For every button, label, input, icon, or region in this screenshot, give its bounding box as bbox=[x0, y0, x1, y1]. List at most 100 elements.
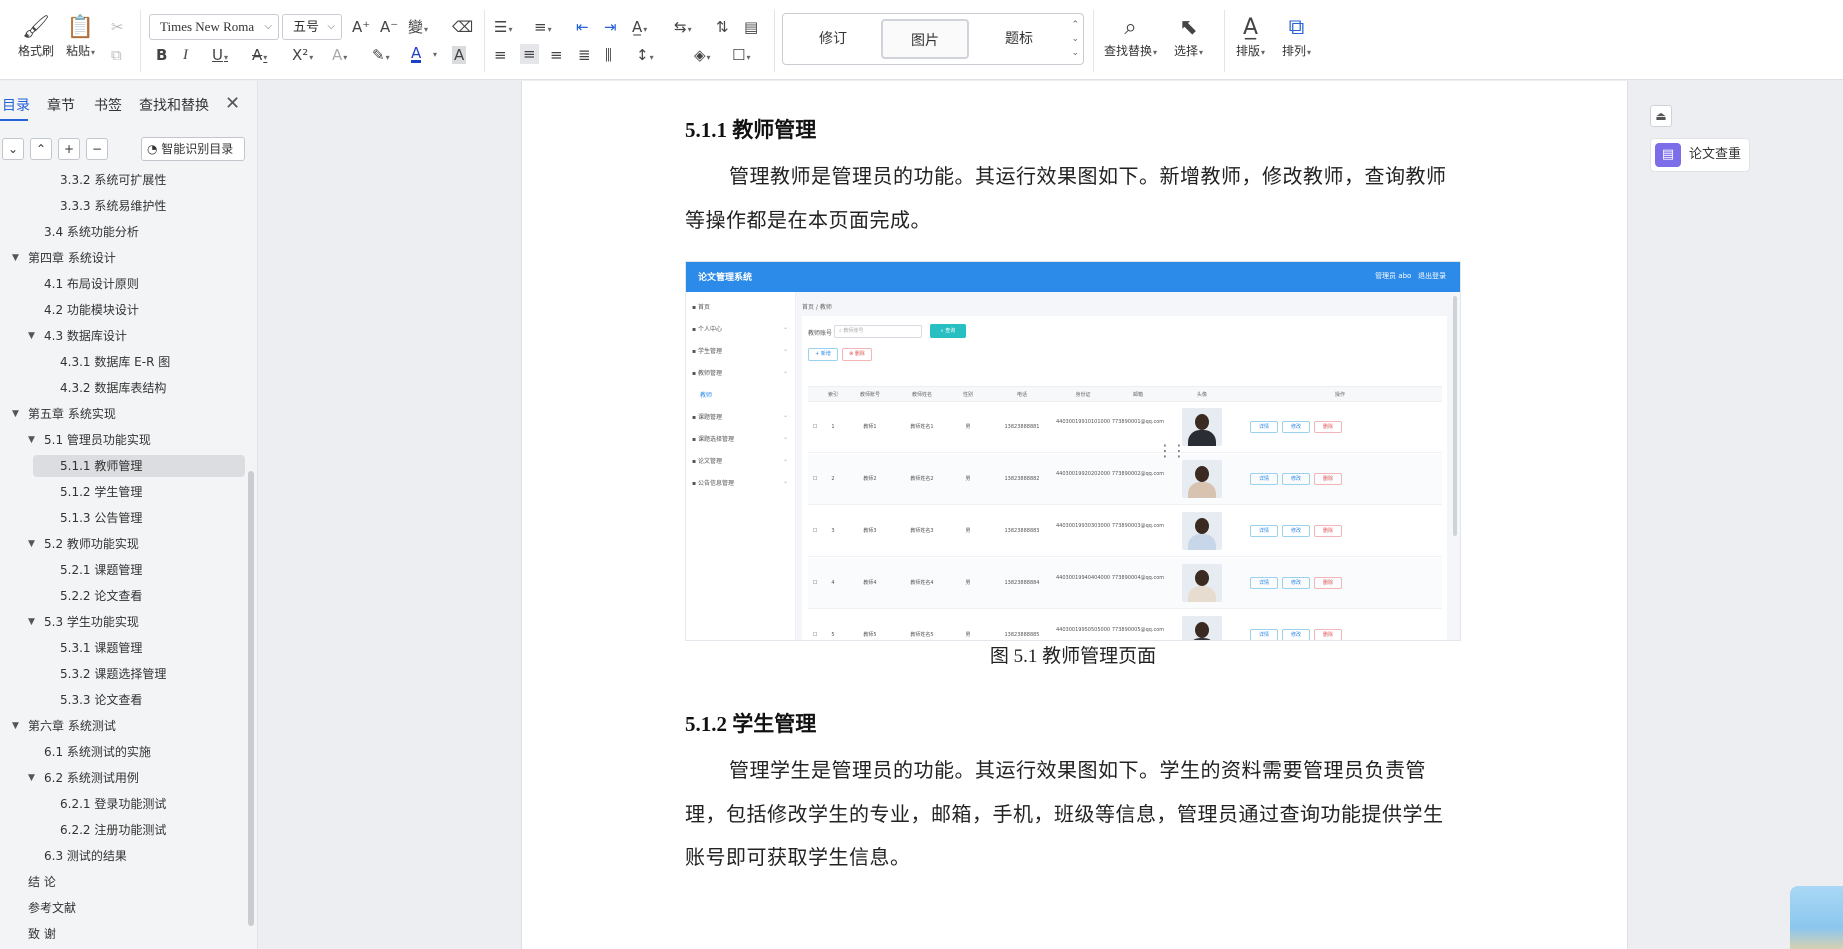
style-scroll[interactable]: ⌃ ⌄ ⌄ bbox=[1071, 18, 1079, 60]
expand-toggle-icon[interactable]: ▼ bbox=[12, 403, 19, 425]
justify-icon[interactable]: ≣ bbox=[578, 46, 591, 64]
toc-item[interactable]: 5.1.1 教师管理 bbox=[33, 455, 245, 477]
toc-item[interactable]: 4.2 功能模块设计 bbox=[44, 299, 139, 321]
tab-find-replace[interactable]: 查找和替换 bbox=[139, 95, 209, 115]
expand-toggle-icon[interactable]: ▼ bbox=[12, 247, 19, 269]
drag-handle-icon[interactable]: ⋮⋮ bbox=[1157, 441, 1187, 460]
font-name-combo[interactable]: Times New Roma ⌵ bbox=[149, 14, 279, 40]
paragraph-teacher[interactable]: 管理教师是管理员的功能。其运行效果图如下。新增教师，修改教师，查询教师等操作都是… bbox=[685, 156, 1461, 243]
clear-format-icon[interactable]: ⌫ bbox=[452, 18, 473, 36]
phonetic-icon[interactable]: 變▾ bbox=[408, 18, 428, 39]
toc-item[interactable]: 第四章 系统设计 bbox=[28, 247, 116, 269]
char-shading-icon[interactable]: A bbox=[452, 46, 467, 64]
toc-item[interactable]: 第五章 系统实现 bbox=[28, 403, 116, 425]
add-heading-button[interactable]: + bbox=[58, 138, 80, 160]
close-icon[interactable]: ✕ bbox=[225, 93, 240, 114]
style-picture[interactable]: 图片 bbox=[881, 19, 969, 59]
arrange-button[interactable]: ⧉ 排列▾ bbox=[1282, 14, 1311, 59]
expand-toggle-icon[interactable]: ▼ bbox=[28, 533, 35, 555]
expand-toggle-icon[interactable]: ▼ bbox=[28, 325, 35, 347]
bullet-list-icon[interactable]: ☰▾ bbox=[494, 18, 512, 39]
superscript-icon[interactable]: X²▾ bbox=[292, 46, 313, 67]
plagiarism-check-button[interactable]: ▤ 论文查重 bbox=[1650, 138, 1750, 172]
toc-item[interactable]: 4.3 数据库设计 bbox=[44, 325, 127, 347]
toc-item[interactable]: 6.2.1 登录功能测试 bbox=[60, 793, 166, 815]
toc-item[interactable]: 6.1 系统测试的实施 bbox=[44, 741, 151, 763]
sort-icon[interactable]: ⇅ bbox=[716, 18, 729, 36]
expand-toggle-icon[interactable]: ▼ bbox=[28, 611, 35, 633]
toc-item[interactable]: 5.3.3 论文查看 bbox=[60, 689, 142, 711]
toc-item[interactable]: 6.2.2 注册功能测试 bbox=[60, 819, 166, 841]
toc-item[interactable]: 4.3.1 数据库 E-R 图 bbox=[60, 351, 170, 373]
expand-toggle-icon[interactable]: ▼ bbox=[28, 429, 35, 451]
align-center-icon[interactable]: ≡ bbox=[520, 44, 539, 64]
toc-item[interactable]: 3.4 系统功能分析 bbox=[44, 221, 139, 243]
figure-teacher-management[interactable]: 论文管理系统 管理员 abo 退出登录 ▪ 首页 ▪ 个人中心 ⌄ ▪ 学生管理 ⌄ ▪ … bbox=[685, 261, 1461, 641]
border-icon[interactable]: ☐▾ bbox=[732, 46, 750, 67]
expand-up-button[interactable]: ⌃ bbox=[30, 138, 52, 160]
show-marks-icon[interactable]: ▤ bbox=[744, 18, 758, 36]
tab-sections[interactable]: 章节 bbox=[47, 95, 75, 115]
toc-item[interactable]: 第六章 系统测试 bbox=[28, 715, 116, 737]
toc-item[interactable]: 5.1 管理员功能实现 bbox=[44, 429, 151, 451]
smart-toc-button[interactable]: ◔ 智能识别目录 bbox=[141, 137, 245, 161]
style-caption[interactable]: 题标 bbox=[975, 19, 1063, 59]
toc-item[interactable]: 5.2 教师功能实现 bbox=[44, 533, 139, 555]
heading-teacher-management[interactable]: 5.1.1 教师管理 bbox=[685, 114, 816, 144]
remove-heading-button[interactable]: − bbox=[86, 138, 108, 160]
grow-font-icon[interactable]: A⁺ bbox=[352, 18, 370, 36]
tab-toc[interactable]: 目录 bbox=[2, 95, 30, 115]
expand-toggle-icon[interactable]: ▼ bbox=[12, 715, 19, 737]
toc-item[interactable]: 4.1 布局设计原则 bbox=[44, 273, 139, 295]
figure-caption[interactable]: 图 5.1 教师管理页面 bbox=[685, 641, 1461, 668]
toc-item[interactable]: 5.1.2 学生管理 bbox=[60, 481, 142, 503]
align-right-icon[interactable]: ≡ bbox=[550, 46, 563, 64]
toc-scrollbar[interactable] bbox=[248, 471, 254, 926]
underline-icon[interactable]: U▾ bbox=[212, 46, 228, 67]
toc-item[interactable]: 参考文献 bbox=[28, 897, 76, 919]
font-size-combo[interactable]: 五号 ⌵ bbox=[282, 14, 342, 40]
floating-widget[interactable] bbox=[1790, 886, 1843, 949]
shrink-font-icon[interactable]: A⁻ bbox=[380, 18, 398, 36]
collapse-panel-button[interactable]: ⏏ bbox=[1650, 105, 1672, 127]
toc-item[interactable]: 结 论 bbox=[28, 871, 56, 893]
find-replace-button[interactable]: ⌕ 查找替换▾ bbox=[1104, 14, 1157, 59]
highlight-icon[interactable]: ✎▾ bbox=[372, 46, 390, 67]
heading-student-management[interactable]: 5.1.2 学生管理 bbox=[685, 708, 816, 738]
toc-item[interactable]: 5.2.2 论文查看 bbox=[60, 585, 142, 607]
text-effect-icon[interactable]: A▾ bbox=[332, 46, 347, 67]
shading-icon[interactable]: ◈▾ bbox=[694, 46, 711, 67]
font-color-icon[interactable]: A bbox=[411, 46, 422, 63]
numbered-list-icon[interactable]: ≡▾ bbox=[534, 18, 552, 39]
toc-item[interactable]: 5.3.2 课题选择管理 bbox=[60, 663, 166, 685]
toc-item[interactable]: 5.3.1 课题管理 bbox=[60, 637, 142, 659]
paste-button[interactable]: 📋 粘贴▾ bbox=[66, 14, 95, 59]
toc-item[interactable]: 3.3.2 系统可扩展性 bbox=[60, 169, 166, 191]
copy-icon[interactable]: ⧉ bbox=[111, 46, 122, 64]
line-spacing-icon[interactable]: ↕▾ bbox=[636, 46, 654, 67]
bold-icon[interactable]: B bbox=[156, 46, 167, 64]
decrease-indent-icon[interactable]: ⇤ bbox=[576, 18, 589, 36]
toc-item[interactable]: 5.2.1 课题管理 bbox=[60, 559, 142, 581]
toc-item[interactable]: 3.3.3 系统易维护性 bbox=[60, 195, 166, 217]
expand-toggle-icon[interactable]: ▼ bbox=[28, 767, 35, 789]
tab-bookmarks[interactable]: 书签 bbox=[94, 95, 122, 115]
toc-item[interactable]: 6.2 系统测试用例 bbox=[44, 767, 139, 789]
paragraph-student[interactable]: 管理学生是管理员的功能。其运行效果图如下。学生的资料需要管理员负责管理，包括修改… bbox=[685, 750, 1461, 881]
italic-icon[interactable]: I bbox=[183, 46, 188, 64]
format-painter-button[interactable]: 🖌 格式刷 bbox=[18, 14, 54, 59]
select-button[interactable]: ⬉ 选择▾ bbox=[1174, 14, 1203, 59]
distribute-icon[interactable]: ⫼ bbox=[605, 46, 612, 64]
cut-icon[interactable]: ✂ bbox=[111, 18, 124, 36]
toc-item[interactable]: 5.3 学生功能实现 bbox=[44, 611, 139, 633]
strikethrough-icon[interactable]: A▾ bbox=[252, 46, 267, 67]
style-revision[interactable]: 修订 bbox=[789, 19, 877, 59]
text-direction-icon[interactable]: A̲▾ bbox=[632, 18, 647, 39]
layout-button[interactable]: A̲ 排版▾ bbox=[1236, 14, 1265, 59]
increase-indent-icon[interactable]: ⇥ bbox=[604, 18, 617, 36]
toc-item[interactable]: 6.3 测试的结果 bbox=[44, 845, 127, 867]
toc-item[interactable]: 5.1.3 公告管理 bbox=[60, 507, 142, 529]
collapse-all-button[interactable]: ⌄ bbox=[2, 138, 24, 160]
align-left-icon[interactable]: ≡ bbox=[494, 46, 507, 64]
toc-item[interactable]: 致 谢 bbox=[28, 923, 56, 939]
